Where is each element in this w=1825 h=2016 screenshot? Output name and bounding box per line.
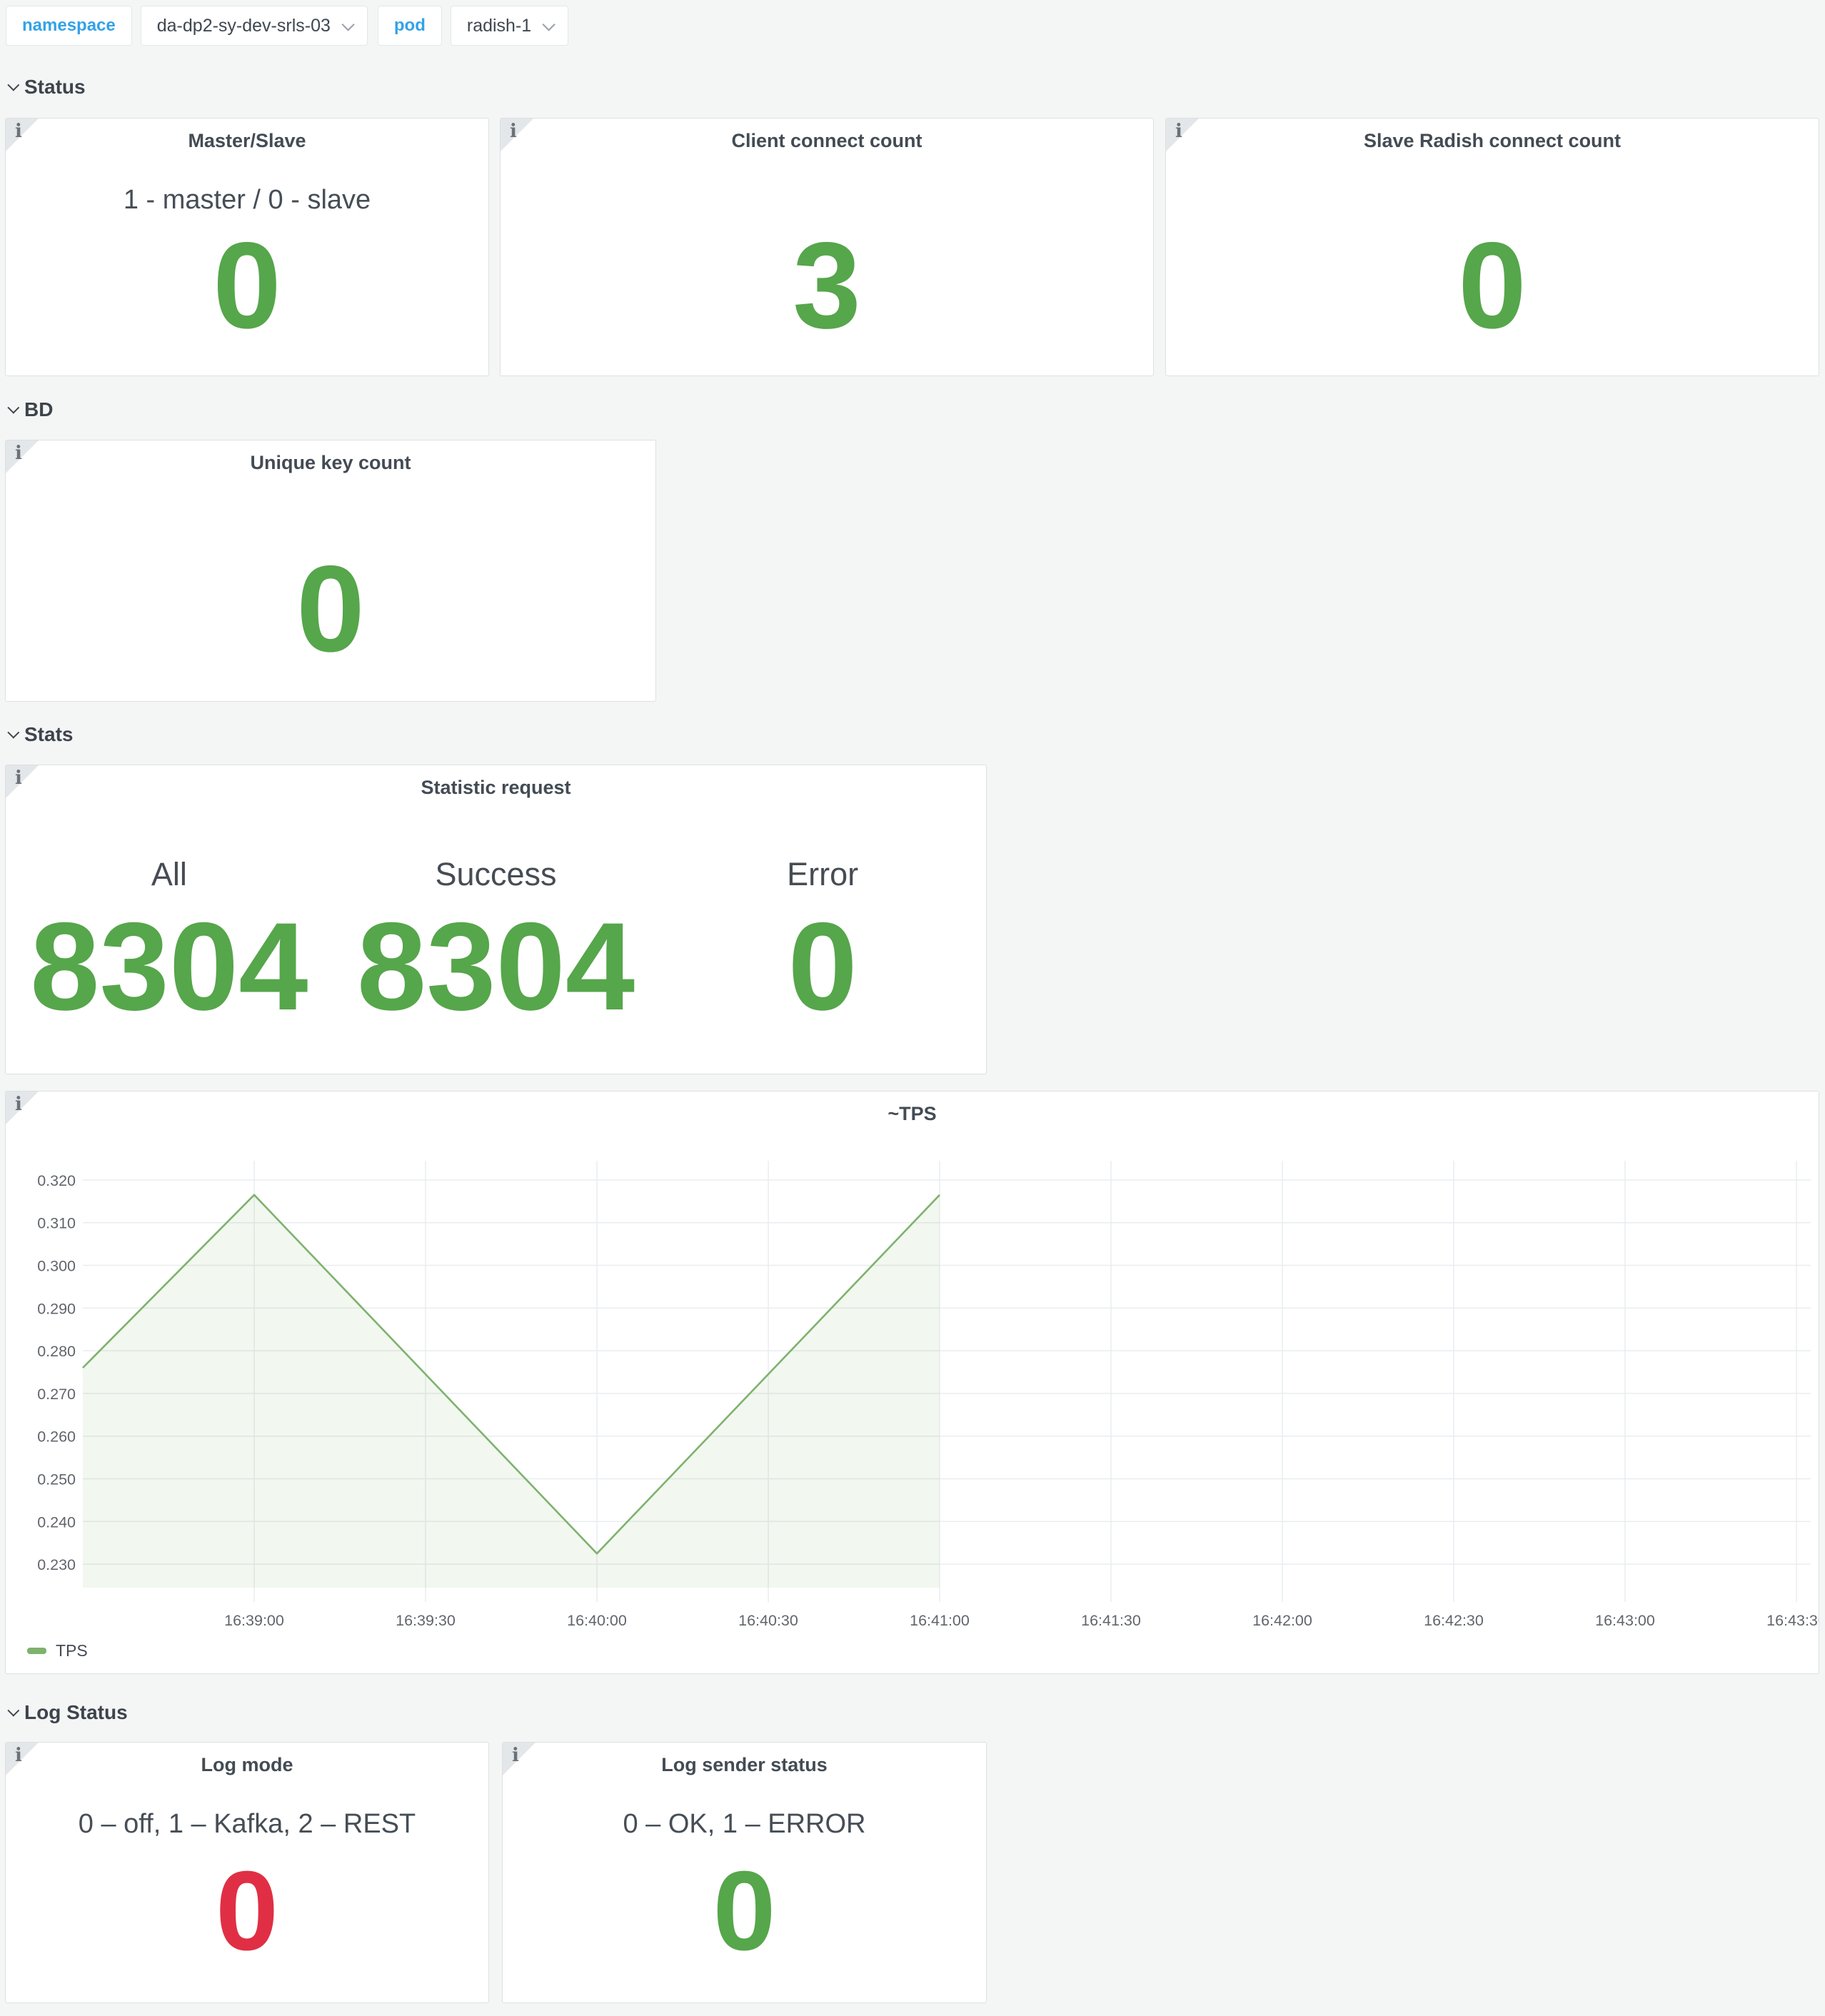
section-header-stats[interactable]: Stats (7, 722, 73, 747)
stat-value: 3 (501, 216, 1153, 376)
section-header-log-status[interactable]: Log Status (7, 1700, 128, 1725)
tps-series-area (83, 1195, 940, 1588)
panel-slave-radish-connect-count: i Slave Radish connect count 0 (1165, 118, 1819, 376)
panel-statistic-request: i Statistic request All 8304 Success 830… (5, 765, 987, 1074)
panel-info-icon[interactable] (501, 119, 533, 151)
legend-item-tps[interactable]: TPS (27, 1641, 88, 1660)
x-tick-label: 16:43:00 (1595, 1612, 1655, 1629)
y-tick-label: 0.300 (37, 1258, 76, 1275)
grafana-dashboard: { "topbar": { "variables": [ { "label": … (0, 0, 1825, 2016)
y-tick-label: 0.290 (37, 1300, 76, 1317)
x-tick-label: 16:42:30 (1424, 1612, 1484, 1629)
namespace-variable-value: da-dp2-sy-dev-srls-03 (157, 16, 331, 36)
statistic-column-success: Success 8304 (333, 799, 660, 1074)
chevron-down-icon (7, 727, 19, 739)
panel-title[interactable]: Log sender status (503, 1754, 986, 1776)
x-tick-label: 16:39:00 (224, 1612, 284, 1629)
statistic-column-all: All 8304 (6, 799, 333, 1074)
section-title: Stats (24, 723, 73, 746)
x-tick-label: 16:40:30 (738, 1612, 798, 1629)
stat-column-value: 0 (788, 893, 858, 1074)
x-tick-label: 16:40:00 (567, 1612, 627, 1629)
chevron-down-icon (7, 79, 19, 91)
panel-title[interactable]: Log mode (6, 1754, 488, 1776)
namespace-variable-label: namespace (6, 6, 132, 46)
namespace-variable-dropdown[interactable]: da-dp2-sy-dev-srls-03 (141, 6, 368, 46)
y-tick-label: 0.260 (37, 1428, 76, 1446)
variable-pod: pod radish-1 (378, 6, 568, 46)
panel-info-icon[interactable] (6, 119, 39, 151)
chevron-down-icon (341, 18, 354, 31)
panel-title[interactable]: Statistic request (6, 777, 986, 799)
y-tick-label: 0.270 (37, 1386, 76, 1403)
y-tick-label: 0.280 (37, 1343, 76, 1360)
stat-subtitle (6, 505, 655, 538)
panel-info-icon[interactable] (6, 440, 39, 473)
x-tick-label: 16:41:00 (910, 1612, 970, 1629)
y-tick-label: 0.310 (37, 1215, 76, 1232)
stat-subtitle: 0 – off, 1 – Kafka, 2 – REST (6, 1808, 488, 1840)
stat-value: 0 (6, 1840, 488, 2002)
panel-title[interactable]: Master/Slave (6, 130, 488, 152)
panel-log-sender-status: i Log sender status 0 – OK, 1 – ERROR 0 (502, 1742, 987, 2003)
stat-column-value: 8304 (30, 893, 308, 1074)
section-title: Status (24, 76, 86, 99)
panel-unique-key-count: i Unique key count 0 (5, 440, 656, 702)
section-header-bd[interactable]: BD (7, 397, 53, 423)
stat-column-label: Success (435, 856, 556, 893)
stat-value: 0 (6, 538, 655, 701)
pod-variable-label: pod (378, 6, 442, 46)
series-color-swatch-icon (27, 1648, 46, 1654)
stat-value: 0 (1166, 216, 1819, 376)
stat-value: 0 (503, 1840, 986, 2002)
panel-info-icon[interactable] (6, 1743, 39, 1775)
x-tick-label: 16:39:30 (396, 1612, 456, 1629)
x-tick-label: 16:41:30 (1081, 1612, 1141, 1629)
section-title: BD (24, 398, 53, 421)
panel-tps-graph: i ~TPS 0.3200.3100.3000.2900.2800.2700.2… (5, 1091, 1819, 1674)
x-tick-label: 16:42:00 (1252, 1612, 1312, 1629)
section-title: Log Status (24, 1701, 128, 1724)
dashboard-variables-bar: namespace da-dp2-sy-dev-srls-03 pod radi… (6, 6, 568, 46)
x-tick-label: 16:43:30 (1766, 1612, 1819, 1629)
panel-client-connect-count: i Client connect count 3 (500, 118, 1154, 376)
chevron-down-icon (543, 18, 555, 31)
panel-info-icon[interactable] (503, 1743, 536, 1775)
pod-variable-value: radish-1 (467, 16, 531, 36)
panel-title[interactable]: Unique key count (6, 452, 655, 474)
panel-log-mode: i Log mode 0 – off, 1 – Kafka, 2 – REST … (5, 1742, 489, 2003)
panel-title[interactable]: Slave Radish connect count (1166, 130, 1819, 152)
tps-chart-canvas[interactable]: 0.320 0.310 0.300 0.290 0.280 0.270 0.260 0.250… (6, 1092, 1819, 1673)
variable-namespace: namespace da-dp2-sy-dev-srls-03 (6, 6, 368, 46)
panel-info-icon[interactable] (1166, 119, 1199, 151)
statistic-columns: All 8304 Success 8304 Error 0 (6, 799, 986, 1074)
chevron-down-icon (7, 1705, 19, 1717)
stat-subtitle: 0 – OK, 1 – ERROR (503, 1808, 986, 1840)
panel-master-slave: i Master/Slave 1 - master / 0 - slave 0 (5, 118, 489, 376)
pod-variable-dropdown[interactable]: radish-1 (451, 6, 568, 46)
stat-subtitle: 1 - master / 0 - slave (6, 183, 488, 216)
panel-info-icon[interactable] (6, 765, 39, 798)
y-tick-label: 0.230 (37, 1556, 76, 1573)
stat-column-label: Error (787, 856, 858, 893)
stat-column-label: All (151, 856, 187, 893)
stat-subtitle (1166, 183, 1819, 216)
y-tick-label: 0.320 (37, 1172, 76, 1189)
statistic-column-error: Error 0 (659, 799, 986, 1074)
legend-series-label: TPS (56, 1641, 88, 1660)
panel-title[interactable]: Client connect count (501, 130, 1153, 152)
section-header-status[interactable]: Status (7, 74, 86, 100)
stat-column-value: 8304 (357, 893, 635, 1074)
chevron-down-icon (7, 402, 19, 414)
stat-subtitle (501, 183, 1153, 216)
y-tick-label: 0.250 (37, 1471, 76, 1488)
y-tick-label: 0.240 (37, 1513, 76, 1531)
stat-value: 0 (6, 216, 488, 376)
